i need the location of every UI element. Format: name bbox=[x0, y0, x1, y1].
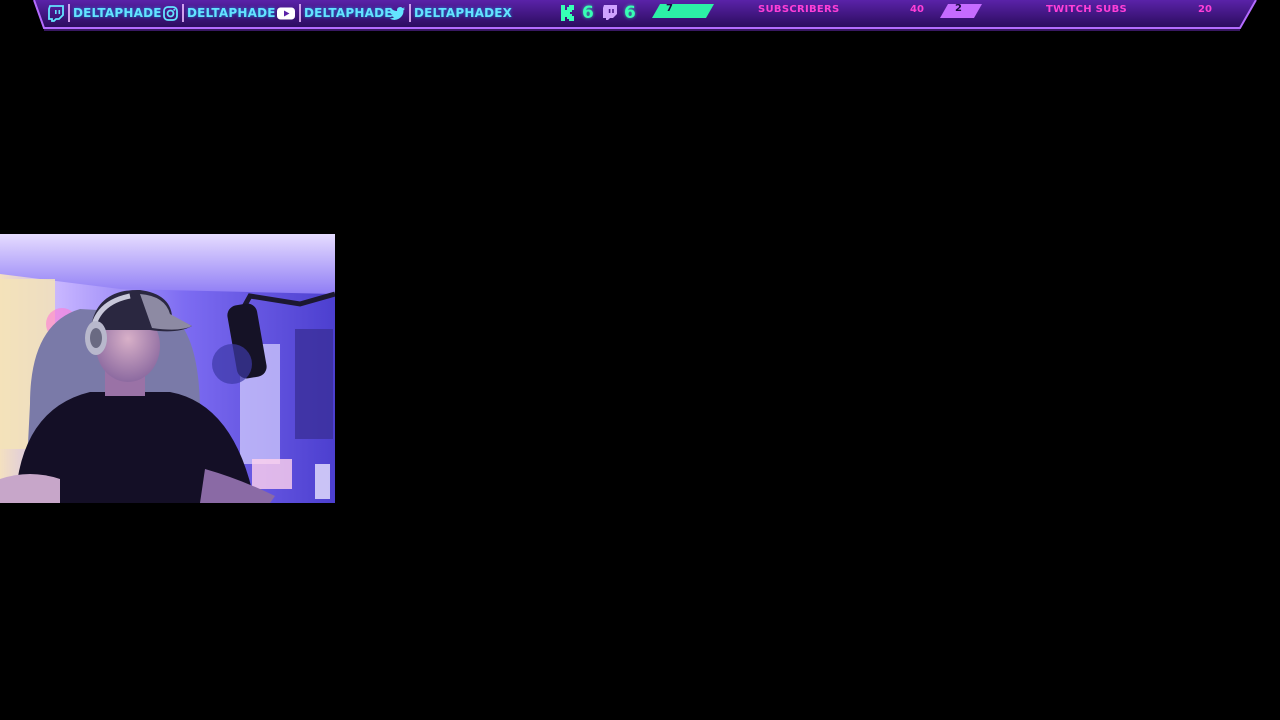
twitch-icon bbox=[602, 4, 618, 22]
kick-viewer-counter: 6 bbox=[560, 2, 594, 24]
social-twitter[interactable]: DELTAPHADEX bbox=[389, 3, 512, 23]
stream-overlay-bar: DELTAPHADE DELTAPHADE DELTAPHADE DELTAPH… bbox=[0, 0, 1280, 32]
youtube-icon bbox=[276, 5, 296, 22]
goal-label: SUBSCRIBERS bbox=[758, 4, 840, 15]
subscriber-goal: 7 SUBSCRIBERS 40 bbox=[652, 3, 937, 19]
social-handle: DELTAPHADE bbox=[73, 6, 162, 20]
goal-current: 2 bbox=[955, 3, 963, 14]
twitter-icon bbox=[389, 5, 406, 22]
twitch-viewer-count: 6 bbox=[624, 3, 636, 23]
twitch-viewer-counter: 6 bbox=[602, 2, 636, 24]
social-handle: DELTAPHADEX bbox=[414, 6, 513, 20]
goal-label: TWITCH SUBS bbox=[1046, 4, 1128, 15]
goal-progress-chip bbox=[652, 4, 714, 18]
social-youtube[interactable]: DELTAPHADE bbox=[276, 3, 393, 23]
goal-target: 20 bbox=[1198, 4, 1212, 15]
social-separator bbox=[182, 4, 184, 22]
social-instagram[interactable]: DELTAPHADE bbox=[162, 3, 276, 23]
goal-current: 7 bbox=[666, 3, 674, 14]
goal-target: 40 bbox=[910, 4, 924, 15]
twitch-subs-goal: 2 TWITCH SUBS 20 bbox=[940, 3, 1225, 19]
kick-viewer-count: 6 bbox=[582, 3, 594, 23]
webcam-feed bbox=[0, 234, 335, 503]
social-separator bbox=[68, 4, 70, 22]
social-separator bbox=[409, 4, 411, 22]
twitch-icon bbox=[48, 4, 65, 22]
instagram-icon bbox=[162, 5, 179, 22]
social-twitch[interactable]: DELTAPHADE bbox=[48, 3, 162, 23]
social-separator bbox=[299, 4, 301, 22]
social-handle: DELTAPHADE bbox=[187, 6, 276, 20]
webcam-image bbox=[0, 234, 335, 503]
social-handle: DELTAPHADE bbox=[304, 6, 393, 20]
kick-icon bbox=[560, 4, 576, 22]
